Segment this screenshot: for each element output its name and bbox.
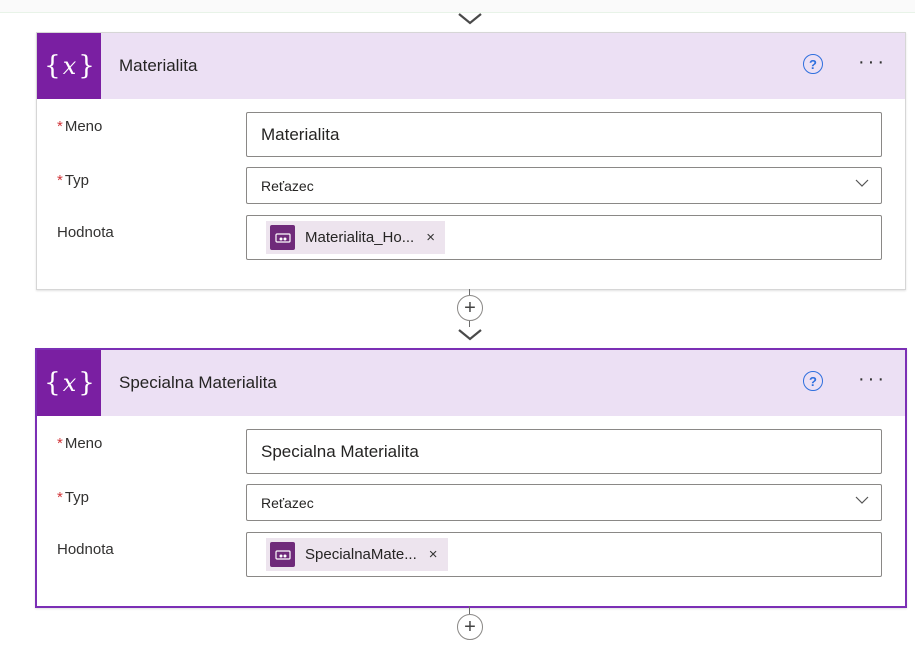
value-row: Hodnota SpecialnaMate... × [37, 531, 905, 583]
add-step-icon[interactable]: + [457, 614, 483, 640]
connector-line [469, 321, 470, 327]
remove-token-icon[interactable]: × [426, 229, 435, 246]
help-icon[interactable]: ? [803, 371, 823, 391]
value-label: Hodnota [57, 224, 114, 241]
card-title: Specialna Materialita [119, 373, 277, 392]
type-label: * Typ [57, 489, 90, 506]
dynamic-content-token[interactable]: Materialita_Ho... × [266, 221, 445, 254]
add-step-icon[interactable]: + [457, 295, 483, 321]
name-row: * Meno Materialita [37, 112, 905, 164]
card-header[interactable]: {x} Materialita ? ··· [37, 33, 905, 99]
help-icon[interactable]: ? [803, 54, 823, 74]
name-label: * Meno [57, 118, 103, 135]
value-input[interactable]: SpecialnaMate... × [246, 532, 882, 577]
token-label: SpecialnaMate... [305, 546, 417, 563]
value-input[interactable]: Materialita_Ho... × [246, 215, 882, 260]
type-select-value: Reťazec [261, 178, 314, 194]
token-label: Materialita_Ho... [305, 229, 415, 246]
variable-action-card[interactable]: {x} Materialita ? ··· * Meno Materialita … [36, 32, 906, 290]
type-select[interactable]: Reťazec [246, 484, 882, 521]
variable-icon: {x} [37, 350, 101, 416]
type-label: * Typ [57, 172, 90, 189]
name-label: * Meno [57, 435, 103, 452]
type-row: * Typ Reťazec [37, 481, 905, 531]
power-apps-token-icon [270, 542, 295, 567]
card-title: Materialita [119, 56, 198, 75]
flow-arrow-icon [458, 329, 482, 341]
name-row: * Meno Specialna Materialita [37, 429, 905, 481]
power-apps-token-icon [270, 225, 295, 250]
more-options-icon[interactable]: ··· [858, 369, 887, 389]
name-input[interactable]: Specialna Materialita [246, 429, 882, 474]
type-row: * Typ Reťazec [37, 164, 905, 214]
connector-line [469, 606, 470, 614]
remove-token-icon[interactable]: × [429, 546, 438, 563]
type-select-value: Reťazec [261, 495, 314, 511]
variable-action-card-selected[interactable]: {x} Specialna Materialita ? ··· * Meno Sp… [35, 348, 907, 608]
variable-icon: {x} [37, 33, 101, 99]
name-input[interactable]: Materialita [246, 112, 882, 157]
dynamic-content-token[interactable]: SpecialnaMate... × [266, 538, 448, 571]
card-header[interactable]: {x} Specialna Materialita ? ··· [37, 350, 905, 416]
type-select[interactable]: Reťazec [246, 167, 882, 204]
flow-arrow-icon [458, 13, 482, 25]
value-label: Hodnota [57, 541, 114, 558]
chevron-down-icon [855, 179, 869, 187]
value-row: Hodnota Materialita_Ho... × [37, 214, 905, 266]
more-options-icon[interactable]: ··· [858, 52, 887, 72]
chevron-down-icon [855, 496, 869, 504]
